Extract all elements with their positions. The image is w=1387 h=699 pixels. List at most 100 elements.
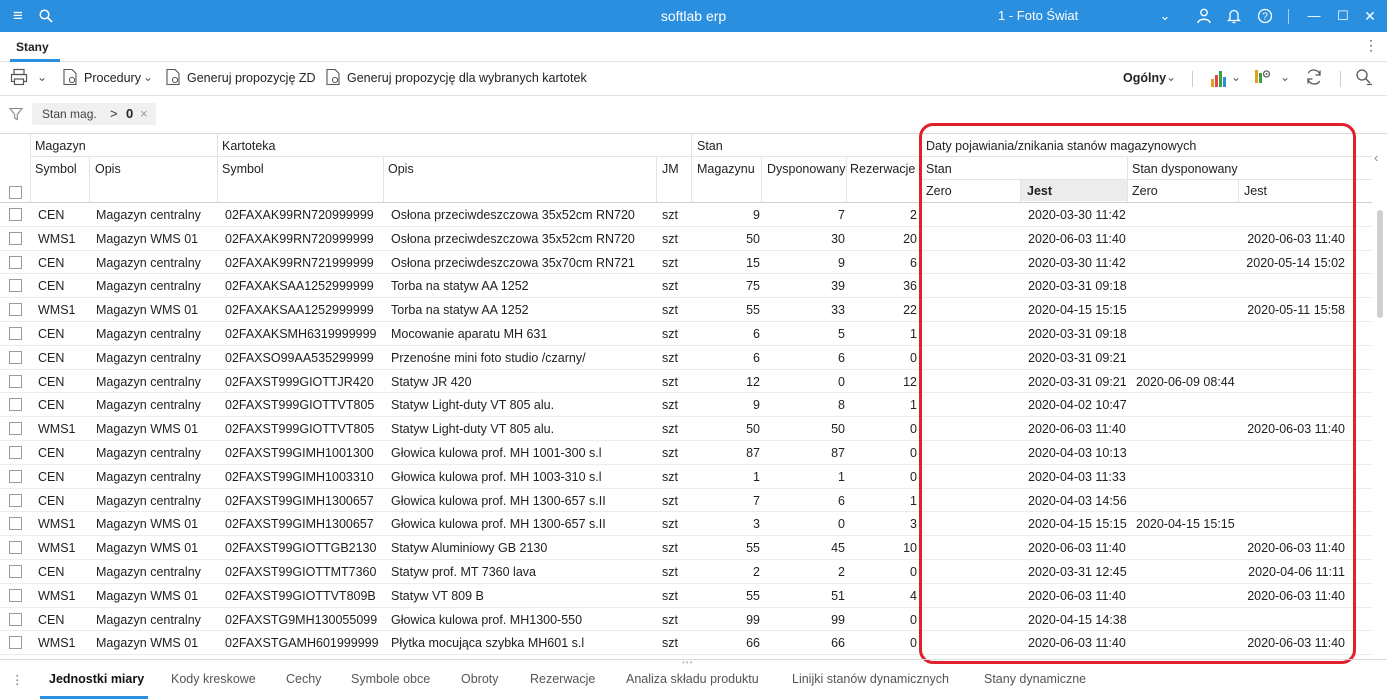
remove-filter-icon[interactable]: × (140, 106, 148, 121)
header-stan-jest[interactable]: Jest (1027, 184, 1052, 198)
cell-jm: szt (662, 279, 678, 294)
table-row[interactable]: CEN Magazyn centralny 02FAXST99GIMH1300657… (0, 489, 1372, 513)
detail-tabs-more-icon[interactable]: ⋮ (11, 672, 24, 687)
company-selector[interactable]: 1 - Foto Świat (998, 0, 1078, 32)
table-row[interactable]: CEN Magazyn centralny 02FAXAK99RN720999999… (0, 203, 1372, 227)
table-row[interactable]: WMS1 Magazyn WMS 01 02FAXST999GIOTTVT805 St… (0, 417, 1372, 441)
row-checkbox[interactable] (9, 279, 22, 293)
table-row[interactable]: CEN Magazyn centralny 02FAXAKSMH6319999999… (0, 322, 1372, 346)
row-checkbox[interactable] (9, 398, 22, 412)
table-row[interactable]: CEN Magazyn centralny 02FAXST99GIMH1003310… (0, 465, 1372, 489)
header-rezerwacje[interactable]: Rezerwacje (850, 162, 917, 176)
tab-stany[interactable]: Stany (16, 40, 49, 54)
cell-stan-jest: 2020-03-30 11:42 (1028, 208, 1126, 222)
table-row[interactable]: WMS1 Magazyn WMS 01 02FAXST99GIMH1300657 Gł… (0, 512, 1372, 537)
bar-chart-icon[interactable] (1211, 71, 1227, 87)
row-checkbox[interactable] (9, 303, 22, 317)
header-opis[interactable]: Opis (95, 162, 121, 176)
filter-bar: Stan mag. > 0 × (0, 96, 1387, 134)
header-kartoteka-opis[interactable]: Opis (388, 162, 414, 176)
tab-obroty[interactable]: Obroty (461, 672, 499, 686)
tab-symbole-obce[interactable]: Symbole obce (351, 672, 430, 686)
close-button[interactable]: ✕ (1360, 0, 1380, 32)
help-icon[interactable]: ? (1255, 0, 1275, 32)
filter-funnel-icon[interactable] (9, 107, 23, 121)
tab-linijki-stanow-dynamicznych[interactable]: Linijki stanów dynamicznych (792, 672, 949, 686)
column-settings-icon[interactable] (1254, 68, 1272, 90)
tab-kody-kreskowe[interactable]: Kody kreskowe (171, 672, 256, 686)
header-dysp-jest[interactable]: Jest (1244, 184, 1267, 198)
row-checkbox[interactable] (9, 422, 22, 436)
chevron-down-icon[interactable]: ⌄ (1157, 0, 1173, 32)
vertical-scrollbar[interactable] (1377, 210, 1383, 318)
header-dysp-zero[interactable]: Zero (1132, 184, 1158, 198)
row-checkbox[interactable] (9, 469, 22, 483)
table-row[interactable]: CEN Magazyn centralny 02FAXST999GIOTTVT805… (0, 393, 1372, 418)
chevron-down-icon[interactable]: ⌄ (1231, 70, 1241, 84)
collapse-panel-icon[interactable]: ‹ (1374, 150, 1378, 165)
row-checkbox[interactable] (9, 374, 22, 388)
search-icon[interactable] (1355, 68, 1373, 90)
cell-magazyn-symbol: CEN (38, 612, 65, 627)
filter-chip[interactable]: Stan mag. > 0 × (32, 103, 156, 125)
table-row[interactable]: CEN Magazyn centralny 02FAXST99GIOTTMT7360… (0, 560, 1372, 584)
cell-jm: szt (662, 636, 678, 651)
generuj-propozycje-zd-button[interactable]: Generuj propozycję ZD (187, 71, 316, 85)
tab-stany-dynamiczne[interactable]: Stany dynamiczne (984, 672, 1086, 686)
header-stan-zero[interactable]: Zero (926, 184, 952, 198)
header-kartoteka-symbol[interactable]: Symbol (222, 162, 264, 176)
chevron-down-icon[interactable]: ⌄ (143, 70, 153, 84)
procedury-button[interactable]: Procedury (84, 71, 141, 85)
chevron-down-icon[interactable]: ⌄ (1166, 70, 1176, 84)
select-all-checkbox[interactable] (9, 186, 22, 199)
table-row[interactable]: WMS1 Magazyn WMS 01 02FAXST99GIOTTVT809B St… (0, 584, 1372, 608)
hamburger-icon[interactable]: ≡ (6, 0, 30, 32)
tab-rezerwacje[interactable]: Rezerwacje (530, 672, 595, 686)
row-checkbox[interactable] (9, 565, 22, 578)
table-row[interactable]: CEN Magazyn centralny 02FAXAK99RN721999999… (0, 251, 1372, 275)
tab-jednostki-miary[interactable]: Jednostki miary (49, 672, 144, 686)
row-checkbox[interactable] (9, 255, 22, 269)
tab-cechy[interactable]: Cechy (286, 672, 321, 686)
printer-icon[interactable] (10, 68, 28, 90)
table-row[interactable]: WMS1 Magazyn WMS 01 02FAXAK99RN720999999 Os… (0, 227, 1372, 251)
table-row[interactable]: CEN Magazyn centralny 02FAXST99GIMH1001300… (0, 441, 1372, 465)
row-checkbox[interactable] (9, 517, 22, 531)
table-row[interactable]: WMS1 Magazyn WMS 01 02FAXST99GIOTTGB2130 St… (0, 536, 1372, 560)
print-dropdown-chevron-icon[interactable]: ⌄ (37, 70, 47, 84)
table-row[interactable]: WMS1 Magazyn WMS 01 02FAXSTGAMH601999999 Pł… (0, 631, 1372, 655)
tab-analiza-skladu-produktu[interactable]: Analiza składu produktu (626, 672, 759, 686)
row-checkbox[interactable] (9, 231, 22, 245)
table-row[interactable]: CEN Magazyn centralny 02FAXSTG9MH130055099… (0, 608, 1372, 632)
generuj-propozycje-wybrane-button[interactable]: Generuj propozycję dla wybranych kartote… (347, 71, 587, 85)
maximize-button[interactable]: ☐ (1333, 0, 1353, 32)
row-checkbox[interactable] (9, 208, 22, 221)
row-checkbox[interactable] (9, 612, 22, 626)
table-row[interactable]: CEN Magazyn centralny 02FAXAKSAA1252999999… (0, 274, 1372, 299)
row-checkbox[interactable] (9, 493, 22, 507)
row-checkbox[interactable] (9, 446, 22, 459)
chevron-down-icon[interactable]: ⌄ (1280, 70, 1290, 84)
row-checkbox[interactable] (9, 541, 22, 555)
table-row[interactable]: WMS1 Magazyn WMS 01 02FAXAKSAA1252999999 To… (0, 298, 1372, 322)
bell-icon[interactable] (1224, 0, 1244, 32)
header-dysponowany[interactable]: Dysponowany (767, 162, 846, 176)
user-icon[interactable] (1194, 0, 1214, 32)
refresh-icon[interactable] (1305, 68, 1323, 90)
detail-tabs: ⋮ Jednostki miary Kody kreskowe Cechy Sy… (0, 660, 1387, 699)
header-jm[interactable]: JM (662, 162, 679, 176)
view-selector[interactable]: Ogólny (1123, 71, 1166, 85)
row-checkbox[interactable] (9, 350, 22, 364)
row-checkbox[interactable] (9, 588, 22, 602)
table-row[interactable]: CEN Magazyn centralny 02FAXST999GIOTTJR420… (0, 370, 1372, 394)
row-checkbox[interactable] (9, 327, 22, 340)
table-row[interactable]: CEN Magazyn centralny 02FAXSO99AA535299999… (0, 346, 1372, 370)
header-symbol[interactable]: Symbol (35, 162, 77, 176)
cell-jm: szt (662, 493, 678, 508)
row-checkbox[interactable] (9, 636, 22, 650)
minimize-button[interactable]: — (1304, 0, 1324, 32)
more-options-icon[interactable]: ⋮ (1364, 37, 1378, 54)
header-magazynu[interactable]: Magazynu (697, 162, 755, 176)
search-icon[interactable] (34, 0, 58, 32)
cell-stan-dysponowany: 50 (831, 422, 845, 437)
